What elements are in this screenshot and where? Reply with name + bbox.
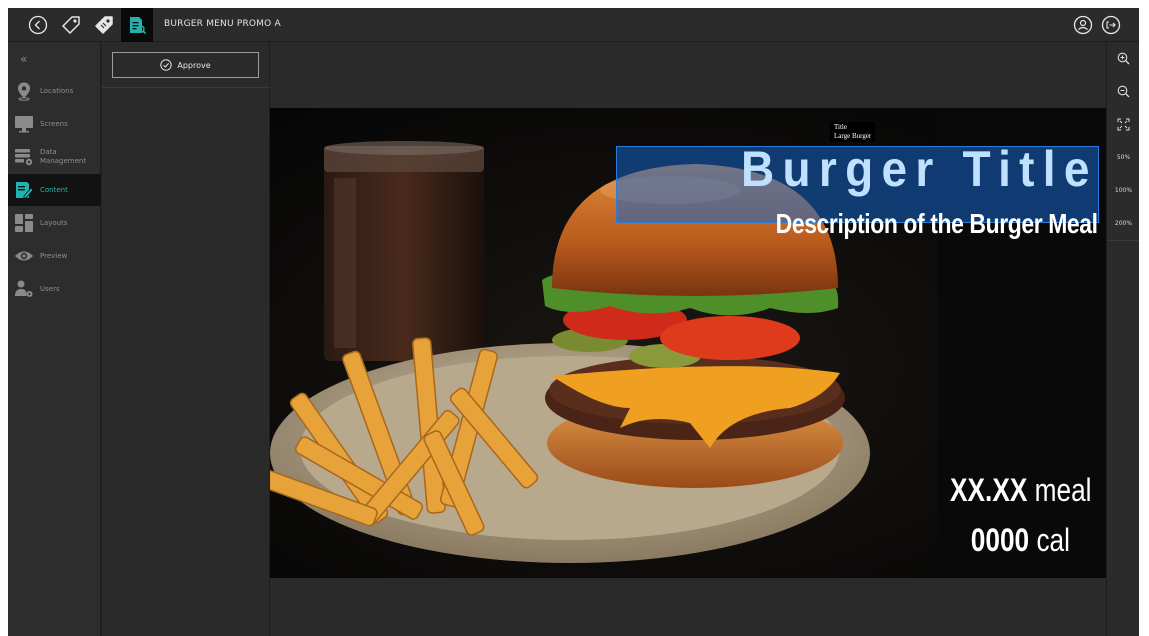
sidebar-item-screens[interactable]: Screens: [8, 108, 101, 140]
sidebar-item-label: Preview: [40, 251, 68, 260]
database-gear-icon: [15, 149, 33, 166]
content-edit-icon: [16, 182, 34, 199]
top-bar: BURGER MENU PROMO A: [8, 8, 1139, 42]
sidebar-item-label: Users: [40, 284, 60, 293]
zoom-out-icon: [1117, 85, 1130, 98]
sidebar: « Locations Screens Data Management Cont…: [8, 42, 101, 636]
zoom-200-button[interactable]: 200%: [1107, 207, 1139, 240]
sidebar-item-content[interactable]: Content: [8, 174, 101, 206]
design-canvas[interactable]: Title Large Burger Burger Title Descript…: [270, 108, 1106, 578]
element-tooltip: Title Large Burger: [830, 122, 876, 142]
editor-workspace: Title Large Burger Burger Title Descript…: [270, 42, 1106, 636]
toolbar-divider: [1107, 240, 1139, 241]
fit-screen-button[interactable]: [1107, 108, 1139, 141]
sidebar-item-data-management[interactable]: Data Management: [8, 141, 101, 173]
zoom-in-button[interactable]: [1107, 42, 1139, 75]
content-panel: Approve: [102, 42, 270, 636]
zoom-out-button[interactable]: [1107, 75, 1139, 108]
calories-value: 0000: [970, 522, 1030, 558]
approve-label: Approve: [177, 60, 211, 70]
sidebar-item-label: Screens: [40, 119, 68, 128]
panel-header: Approve: [102, 42, 270, 88]
sidebar-item-label: Layouts: [40, 218, 68, 227]
sidebar-item-label: Locations: [40, 86, 74, 95]
zoom-in-icon: [1117, 52, 1130, 65]
sidebar-item-users[interactable]: Users: [8, 273, 101, 305]
sidebar-item-preview[interactable]: Preview: [8, 240, 101, 272]
calories-unit: cal: [1036, 522, 1070, 558]
fit-screen-icon: [1117, 118, 1130, 131]
burger-description-text[interactable]: Description of the Burger Meal: [776, 208, 1098, 240]
tooltip-field-name: Title: [834, 123, 847, 131]
sidebar-item-label: Data Management: [40, 148, 87, 165]
app-window: BURGER MENU PROMO A « Locations Screens …: [8, 8, 1139, 636]
user-gear-icon: [15, 280, 33, 297]
content-doc-icon[interactable]: [121, 8, 153, 42]
calories-text[interactable]: 0000 cal: [971, 522, 1070, 559]
sidebar-item-locations[interactable]: Locations: [8, 75, 101, 107]
check-circle-icon: [160, 59, 173, 71]
monitor-icon: [15, 116, 33, 133]
back-icon[interactable]: [26, 13, 50, 37]
zoom-toolbar: 50% 100% 200%: [1106, 42, 1139, 636]
burger-title-text[interactable]: Burger Title: [741, 140, 1098, 198]
account-icon[interactable]: [1071, 13, 1095, 37]
location-pin-icon: [18, 82, 30, 101]
logout-icon[interactable]: [1099, 13, 1123, 37]
price-value: XX.XX: [950, 472, 1028, 508]
sidebar-item-layouts[interactable]: Layouts: [8, 207, 101, 239]
tag-icon[interactable]: [59, 13, 83, 37]
layouts-icon: [15, 214, 33, 232]
eye-icon: [15, 251, 33, 261]
zoom-100-button[interactable]: 100%: [1107, 174, 1139, 207]
price-text[interactable]: XX.XX meal: [951, 472, 1092, 509]
price-unit: meal: [1035, 472, 1092, 508]
page-title: BURGER MENU PROMO A: [164, 19, 281, 29]
zoom-50-button[interactable]: 50%: [1107, 141, 1139, 174]
sidebar-item-label: Content: [40, 185, 68, 194]
tag-filled-icon[interactable]: [92, 13, 116, 37]
approve-button[interactable]: Approve: [112, 52, 259, 78]
collapse-sidebar-button[interactable]: «: [20, 52, 27, 66]
